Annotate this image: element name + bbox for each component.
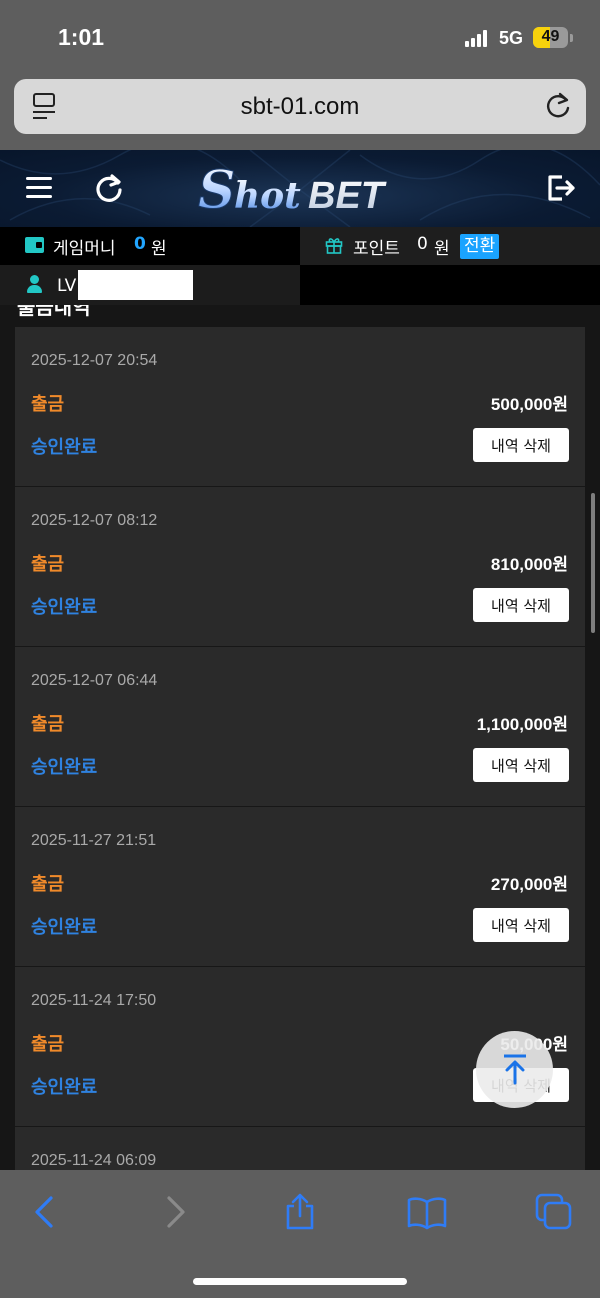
tabs-icon[interactable]	[534, 1192, 574, 1232]
transaction-status: 승인완료	[31, 917, 98, 938]
url-text[interactable]: sbt-01.com	[14, 93, 586, 121]
transaction-type: 출금	[31, 554, 65, 575]
game-money-unit: 원	[151, 239, 167, 259]
point-value: 0	[417, 234, 428, 254]
bookmarks-icon[interactable]	[407, 1192, 447, 1232]
transaction-amount: 810,000원	[490, 555, 568, 574]
scrollbar[interactable]	[591, 493, 595, 633]
transaction-amount: 270,000원	[490, 875, 568, 894]
transaction-date: 2025-11-24 17:50	[31, 992, 157, 1009]
site-header: S hot BET	[0, 150, 600, 227]
transaction-date: 2025-11-24 06:09	[31, 1152, 157, 1169]
level-bar: LV	[0, 265, 600, 305]
transaction-card: 2025-11-27 21:51 출금 270,000원승인완료 내역 삭제	[15, 807, 585, 967]
gift-icon	[325, 238, 343, 254]
transaction-status: 승인완료	[31, 757, 98, 778]
home-indicator	[193, 1278, 407, 1285]
transaction-card: 2025-11-24 06:09	[15, 1127, 585, 1170]
delete-history-button[interactable]: 내역 삭제	[473, 428, 569, 462]
transaction-type: 출금	[31, 1034, 65, 1055]
convert-points-button[interactable]: 전환	[460, 234, 500, 259]
transaction-date: 2025-12-07 08:12	[31, 512, 158, 529]
transaction-card: 2025-12-07 20:54 출금 500,000원승인완료 내역 삭제	[15, 327, 585, 487]
svg-text:hot: hot	[234, 175, 301, 217]
game-money-label: 게임머니	[53, 239, 116, 259]
transaction-card: 2025-12-07 08:12 출금 810,000원승인완료 내역 삭제	[15, 487, 585, 647]
game-money-value: 0	[134, 234, 146, 254]
point-label: 포인트	[353, 239, 400, 259]
wallet-icon	[25, 237, 44, 253]
browser-toolbar	[0, 1170, 600, 1298]
logo-text-bet: BET	[308, 175, 387, 217]
transaction-status: 승인완료	[31, 1077, 98, 1098]
forward-icon[interactable]	[155, 1192, 195, 1232]
menu-icon[interactable]	[26, 177, 52, 199]
scroll-top-icon	[504, 1054, 526, 1085]
logout-icon[interactable]	[546, 173, 576, 203]
transaction-card: 2025-12-07 06:44 출금 1,100,000원승인완료 내역 삭제	[15, 647, 585, 807]
network-type: 5G	[499, 28, 524, 48]
game-money-panel: 게임머니 0 원	[0, 227, 300, 265]
battery-level: 49	[541, 28, 560, 45]
user-level-panel: LV	[0, 265, 300, 305]
transaction-date: 2025-12-07 06:44	[31, 672, 158, 689]
withdrawal-history: 출금내역 2025-12-07 20:54 출금 500,000원 승인완료 내역 삭제…	[0, 305, 600, 1170]
redacted-username	[78, 270, 193, 300]
transaction-date: 2025-11-27 21:51	[31, 832, 157, 849]
url-bar[interactable]: sbt-01.com	[14, 79, 586, 134]
transaction-status: 승인완료	[31, 437, 98, 458]
user-icon	[27, 275, 42, 293]
svg-text:S: S	[198, 162, 236, 218]
transaction-date: 2025-12-07 20:54	[31, 352, 158, 369]
point-panel: 포인트 0 원 전환	[300, 227, 600, 265]
reload-icon[interactable]	[544, 92, 572, 120]
battery-icon: 49	[533, 27, 568, 48]
point-unit: 원	[434, 239, 450, 259]
status-time: 1:01	[58, 24, 105, 50]
level-label: LV	[57, 276, 77, 296]
balance-bar: 게임머니 0 원 포인트 0 원 전환	[0, 227, 600, 265]
transaction-amount: 1,100,000원	[476, 715, 568, 734]
status-bar: 1:01 5G 49	[0, 0, 600, 78]
section-title: 출금내역	[17, 305, 91, 319]
refresh-icon[interactable]	[94, 173, 124, 203]
transaction-status: 승인완료	[31, 597, 98, 618]
transaction-type: 출금	[31, 394, 65, 415]
site-logo[interactable]: S hot BET	[196, 162, 406, 218]
delete-history-button[interactable]: 내역 삭제	[473, 908, 569, 942]
signal-icon	[465, 29, 491, 47]
scroll-to-top-button[interactable]	[476, 1031, 553, 1108]
back-icon[interactable]	[25, 1192, 65, 1232]
transaction-type: 출금	[31, 874, 65, 895]
delete-history-button[interactable]: 내역 삭제	[473, 588, 569, 622]
transaction-type: 출금	[31, 714, 65, 735]
share-icon[interactable]	[280, 1192, 320, 1232]
delete-history-button[interactable]: 내역 삭제	[473, 748, 569, 782]
transaction-amount: 500,000원	[490, 395, 568, 414]
